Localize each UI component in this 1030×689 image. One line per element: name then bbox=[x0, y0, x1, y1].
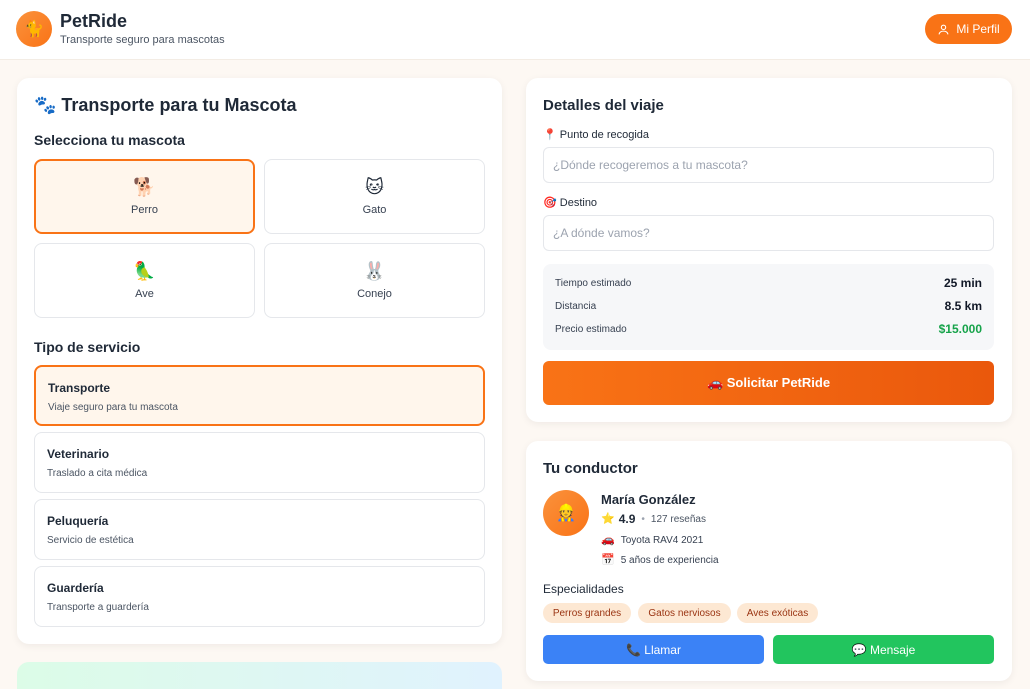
cat-icon: 🐱 bbox=[365, 176, 384, 197]
estimate-label: Tiempo estimado bbox=[555, 277, 632, 289]
driver-car: 🚗 Toyota RAV4 2021 bbox=[601, 534, 704, 547]
specialty-tag: Aves exóticas bbox=[737, 603, 818, 623]
estimate-price-value: $15.000 bbox=[938, 322, 982, 336]
profile-label: Mi Perfil bbox=[956, 22, 1000, 36]
service-option-daycare[interactable]: Guardería Transporte a guardería bbox=[34, 566, 485, 627]
call-button[interactable]: 📞 Llamar bbox=[543, 635, 764, 664]
pet-option-dog[interactable]: 🐕 Perro bbox=[34, 159, 255, 234]
estimate-distance-row: Distancia 8.5 km bbox=[555, 298, 982, 314]
service-option-transport[interactable]: Transporte Viaje seguro para tu mascota bbox=[34, 365, 485, 426]
pet-option-rabbit[interactable]: 🐰 Conejo bbox=[264, 243, 485, 318]
estimate-label: Precio estimado bbox=[555, 323, 627, 335]
pickup-input[interactable] bbox=[543, 147, 994, 183]
logo-glyph: 🐈 bbox=[24, 21, 44, 38]
estimate-time-value: 25 min bbox=[943, 276, 982, 290]
driver-rating: ⭐ 4.9 • 127 reseñas bbox=[601, 512, 706, 526]
driver-avatar: 👷 bbox=[543, 490, 589, 536]
request-ride-button[interactable]: 🚗 Solicitar PetRide bbox=[543, 361, 994, 405]
logo-cat-icon: 🐈 bbox=[16, 11, 52, 47]
trip-details-card: Detalles del viaje 📍 Punto de recogida 🎯… bbox=[526, 78, 1012, 422]
profile-button[interactable]: Mi Perfil bbox=[925, 14, 1012, 44]
estimate-distance-value: 8.5 km bbox=[944, 299, 982, 313]
driver-experience: 📅 5 años de experiencia bbox=[601, 554, 719, 567]
experience-text: 5 años de experiencia bbox=[620, 555, 719, 566]
request-ride-label: 🚗 Solicitar PetRide bbox=[706, 375, 831, 390]
service-name: Guardería bbox=[47, 581, 104, 595]
message-label: 💬 Mensaje bbox=[851, 642, 916, 657]
driver-title: Tu conductor bbox=[543, 460, 638, 477]
service-name: Transporte bbox=[48, 381, 111, 395]
dog-icon: 🐕 bbox=[133, 176, 156, 197]
driver-card: Tu conductor 👷 María González ⭐ 4.9 • 12… bbox=[526, 441, 1012, 681]
worker-icon: 👷 bbox=[556, 505, 576, 522]
app-name: PetRide bbox=[60, 11, 128, 31]
car-icon: 🚗 bbox=[601, 534, 615, 546]
service-option-grooming[interactable]: Peluquería Servicio de estética bbox=[34, 499, 485, 560]
estimate-price-row: Precio estimado $15.000 bbox=[555, 321, 982, 337]
service-name: Veterinario bbox=[47, 447, 110, 461]
separator-dot: • bbox=[641, 513, 645, 525]
estimate-label: Distancia bbox=[555, 300, 597, 312]
pet-label: Perro bbox=[131, 203, 158, 216]
trip-title: Detalles del viaje bbox=[543, 97, 664, 114]
user-icon bbox=[938, 24, 949, 34]
pet-label: Ave bbox=[135, 287, 154, 300]
app-tagline: Transporte seguro para mascotas bbox=[60, 34, 225, 46]
star-icon: ⭐ bbox=[601, 512, 615, 525]
pet-label: Conejo bbox=[357, 287, 392, 300]
car-model: Toyota RAV4 2021 bbox=[620, 535, 704, 546]
pet-label: Gato bbox=[362, 203, 387, 216]
estimate-time-row: Tiempo estimado 25 min bbox=[555, 275, 982, 291]
parrot-icon: 🦜 bbox=[133, 260, 156, 281]
service-description: Servicio de estética bbox=[47, 535, 134, 546]
rabbit-icon: 🐰 bbox=[363, 260, 386, 281]
destination-input[interactable] bbox=[543, 215, 994, 251]
service-description: Transporte a guardería bbox=[47, 602, 149, 613]
pickup-label: 📍 Punto de recogida bbox=[543, 129, 650, 141]
specialty-tag: Gatos nerviosos bbox=[638, 603, 731, 623]
booking-card: 🐾 Transporte para tu Mascota Selecciona … bbox=[17, 78, 502, 644]
next-card-partial bbox=[17, 662, 502, 689]
service-option-vet[interactable]: Veterinario Traslado a cita médica bbox=[34, 432, 485, 493]
booking-title: 🐾 Transporte para tu Mascota bbox=[34, 95, 297, 115]
pet-section-title: Selecciona tu mascota bbox=[34, 132, 185, 148]
service-description: Viaje seguro para tu mascota bbox=[48, 402, 178, 413]
trip-estimate-panel: Tiempo estimado 25 min Distancia 8.5 km … bbox=[543, 264, 994, 350]
destination-label: 🎯 Destino bbox=[543, 197, 598, 209]
message-button[interactable]: 💬 Mensaje bbox=[773, 635, 994, 664]
rating-value: 4.9 bbox=[618, 512, 636, 526]
specialty-tag: Perros grandes bbox=[543, 603, 631, 623]
driver-name: María González bbox=[601, 492, 696, 507]
specialties-title: Especialidades bbox=[543, 582, 624, 596]
calendar-icon: 📅 bbox=[601, 554, 615, 566]
service-name: Peluquería bbox=[47, 514, 109, 528]
review-count: 127 reseñas bbox=[650, 513, 706, 525]
app-header: 🐈 PetRide Transporte seguro para mascota… bbox=[0, 0, 1030, 60]
pet-option-cat[interactable]: 🐱 Gato bbox=[264, 159, 485, 234]
service-section-title: Tipo de servicio bbox=[34, 339, 141, 355]
service-description: Traslado a cita médica bbox=[47, 468, 148, 479]
call-label: 📞 Llamar bbox=[626, 642, 681, 657]
pet-option-bird[interactable]: 🦜 Ave bbox=[34, 243, 255, 318]
